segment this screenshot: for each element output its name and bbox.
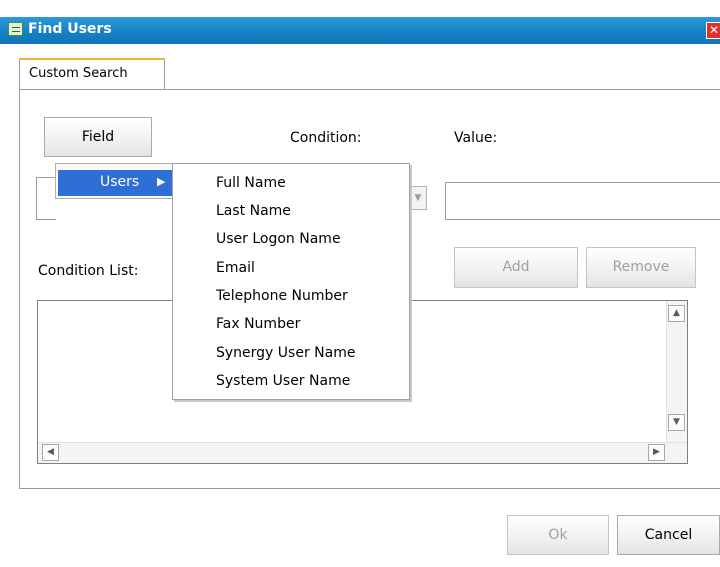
scroll-down-icon[interactable]: ▼ bbox=[668, 414, 685, 431]
ok-button[interactable]: Ok bbox=[507, 515, 609, 555]
scroll-right-icon[interactable]: ▶ bbox=[648, 444, 665, 461]
menu-item-fax-number[interactable]: Fax Number bbox=[216, 316, 300, 332]
condition-list-label: Condition List: bbox=[38, 263, 139, 279]
tab-custom-search[interactable]: Custom Search bbox=[19, 58, 165, 90]
condition-label: Condition: bbox=[290, 130, 362, 146]
scroll-up-icon[interactable]: ▲ bbox=[668, 305, 685, 322]
field-category-menu: Users ▶ bbox=[55, 163, 174, 199]
remove-button[interactable]: Remove bbox=[586, 247, 696, 288]
menu-item-users-label: Users bbox=[100, 174, 140, 190]
horizontal-scrollbar[interactable]: ◀ ▶ bbox=[38, 442, 687, 463]
menu-item-synergy-user-name[interactable]: Synergy User Name bbox=[216, 345, 355, 361]
condition-dropdown-icon[interactable]: ▼ bbox=[409, 186, 427, 210]
scroll-left-icon[interactable]: ◀ bbox=[42, 444, 59, 461]
title-bar: Find Users ✕ bbox=[0, 17, 720, 44]
menu-item-last-name[interactable]: Last Name bbox=[216, 203, 291, 219]
field-combo[interactable] bbox=[36, 177, 56, 220]
menu-item-email[interactable]: Email bbox=[216, 260, 255, 276]
close-icon[interactable]: ✕ bbox=[706, 22, 720, 39]
value-input[interactable] bbox=[445, 182, 720, 220]
tab-label: Custom Search bbox=[29, 66, 128, 81]
field-button[interactable]: Field bbox=[44, 117, 152, 157]
menu-item-users[interactable]: Users ▶ bbox=[58, 170, 174, 196]
menu-item-system-user-name[interactable]: System User Name bbox=[216, 373, 350, 389]
add-button[interactable]: Add bbox=[454, 247, 578, 288]
users-field-submenu: Full Name Last Name User Logon Name Emai… bbox=[172, 163, 410, 400]
triangle-right-icon: ▶ bbox=[157, 175, 166, 188]
value-label: Value: bbox=[454, 130, 498, 146]
window-title: Find Users bbox=[28, 21, 112, 37]
menu-item-full-name[interactable]: Full Name bbox=[216, 175, 286, 191]
menu-item-user-logon-name[interactable]: User Logon Name bbox=[216, 231, 341, 247]
menu-item-telephone-number[interactable]: Telephone Number bbox=[216, 288, 348, 304]
find-users-dialog: Find Users ✕ Custom Search Field Conditi… bbox=[0, 0, 720, 567]
vertical-scrollbar[interactable]: ▲ ▼ bbox=[666, 301, 687, 443]
cancel-button[interactable]: Cancel bbox=[617, 515, 720, 555]
window-icon bbox=[8, 22, 23, 36]
